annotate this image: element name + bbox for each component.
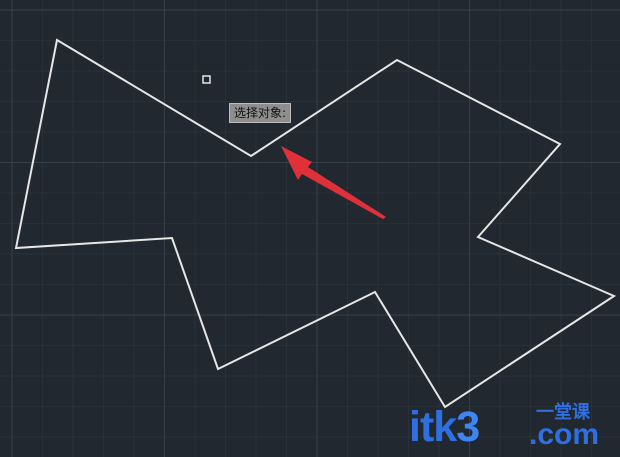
watermark-brand-text: itk3 bbox=[409, 403, 480, 451]
watermark-brand-part1: itk bbox=[409, 403, 457, 451]
cad-drawing-canvas[interactable]: 选择对象: 一堂课 itk3 .com bbox=[0, 0, 620, 457]
drawing-area[interactable] bbox=[0, 0, 620, 457]
site-watermark-logo: 一堂课 itk3 .com bbox=[409, 403, 614, 453]
select-objects-prompt-tooltip: 选择对象: bbox=[229, 103, 292, 123]
grid-lines bbox=[0, 0, 620, 457]
watermark-brand-domain: .com bbox=[529, 418, 600, 451]
tooltip-text: 选择对象: bbox=[234, 106, 287, 120]
watermark-brand-digit: 3 bbox=[456, 403, 480, 451]
pickbox-cursor-icon bbox=[202, 75, 211, 84]
red-arrow-icon bbox=[281, 146, 386, 219]
